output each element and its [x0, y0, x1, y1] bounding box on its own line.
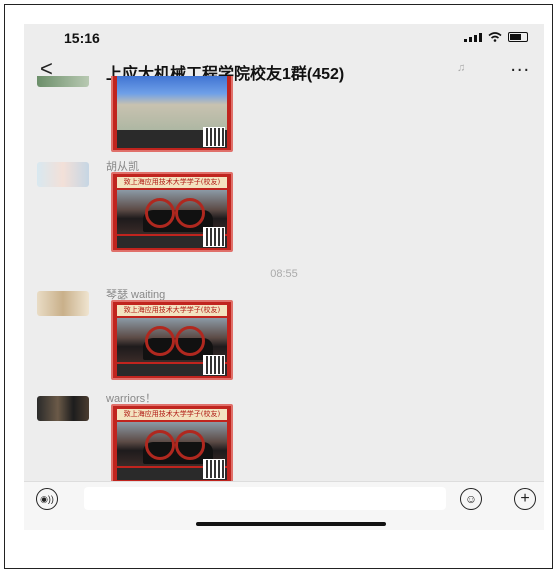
- screenshot-frame: 15:16 < 上应大机械工程学院校友1群(452) ♫ ... 胡从凯 致上海…: [4, 4, 553, 569]
- poster-banner: 致上海应用技术大学学子(校友): [117, 409, 227, 420]
- timestamp: 08:55: [270, 268, 298, 280]
- message-input[interactable]: [84, 487, 446, 510]
- signal-icon: [464, 32, 482, 42]
- avatar[interactable]: [37, 396, 89, 421]
- poster-banner: 致上海应用技术大学学子(校友): [117, 305, 227, 316]
- plus-icon[interactable]: +: [514, 488, 536, 510]
- avatar[interactable]: [37, 76, 89, 87]
- avatar[interactable]: [37, 291, 89, 316]
- image-message[interactable]: [111, 76, 233, 152]
- emoji-icon[interactable]: ☺: [460, 488, 482, 510]
- poster-photo: [117, 76, 227, 130]
- qr-code: [203, 355, 225, 375]
- image-message[interactable]: 致上海应用技术大学学子(校友): [111, 404, 233, 481]
- more-button[interactable]: ...: [510, 54, 530, 77]
- input-bar: ◉)) ☺ +: [24, 481, 544, 530]
- qr-code: [203, 227, 225, 247]
- status-bar: 15:16: [24, 24, 544, 50]
- system-icons: [464, 32, 528, 42]
- message-list[interactable]: 胡从凯 致上海应用技术大学学子(校友) 08:55 琴瑟 waiting 致上海…: [24, 76, 544, 481]
- image-message[interactable]: 致上海应用技术大学学子(校友): [111, 300, 233, 380]
- home-indicator[interactable]: [196, 522, 386, 526]
- phone-screen: 15:16 < 上应大机械工程学院校友1群(452) ♫ ... 胡从凯 致上海…: [24, 24, 544, 530]
- voice-icon[interactable]: ◉)): [36, 488, 58, 510]
- wifi-icon: [488, 32, 502, 42]
- qr-code: [203, 459, 225, 479]
- poster-banner: 致上海应用技术大学学子(校友): [117, 177, 227, 188]
- qr-code: [203, 127, 225, 147]
- status-time: 15:16: [64, 30, 100, 46]
- avatar[interactable]: [37, 162, 89, 187]
- mute-icon: ♫: [457, 62, 466, 74]
- battery-icon: [508, 32, 528, 42]
- image-message[interactable]: 致上海应用技术大学学子(校友): [111, 172, 233, 252]
